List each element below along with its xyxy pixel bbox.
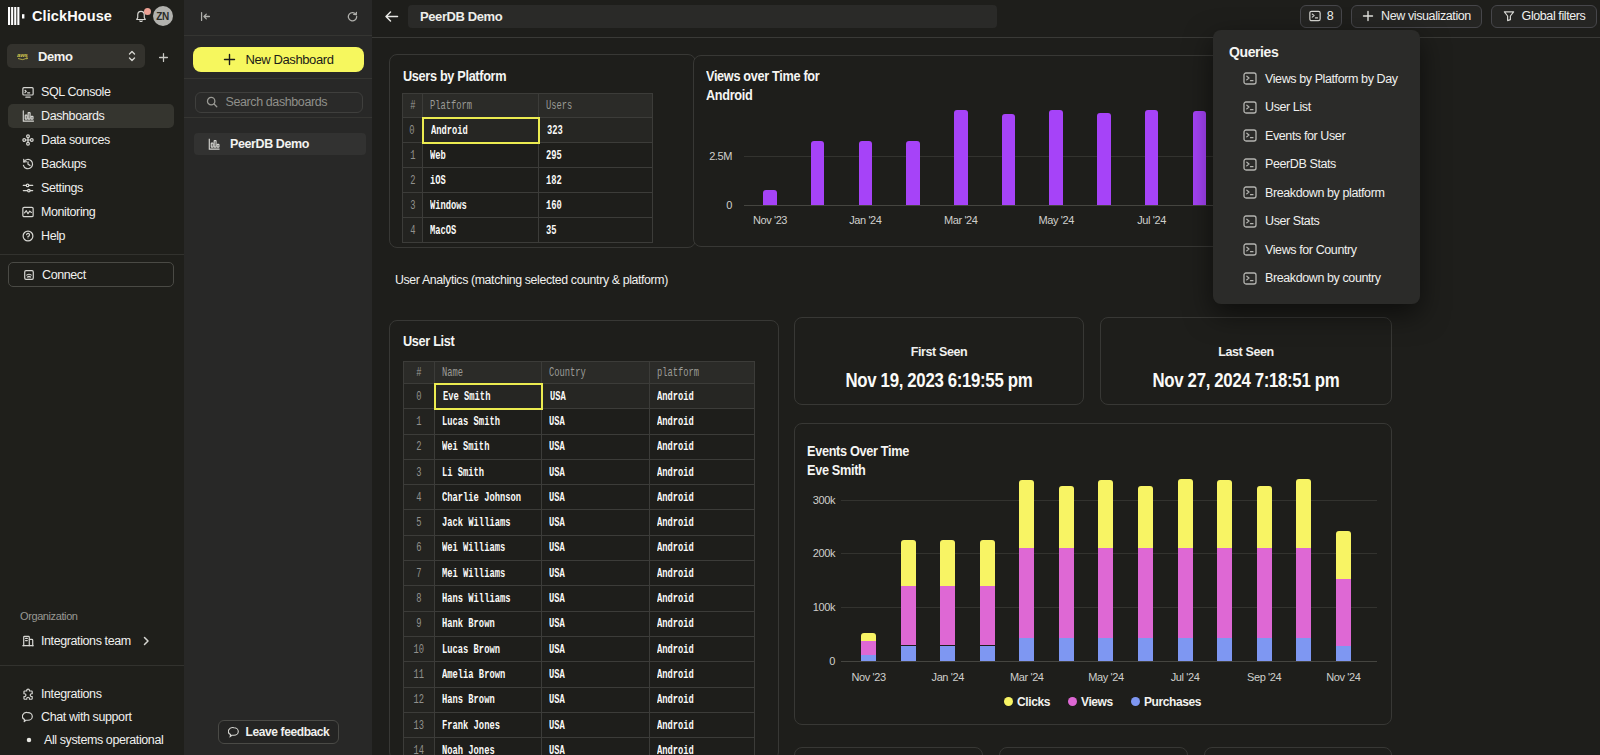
svg-text:aws: aws — [17, 52, 29, 58]
